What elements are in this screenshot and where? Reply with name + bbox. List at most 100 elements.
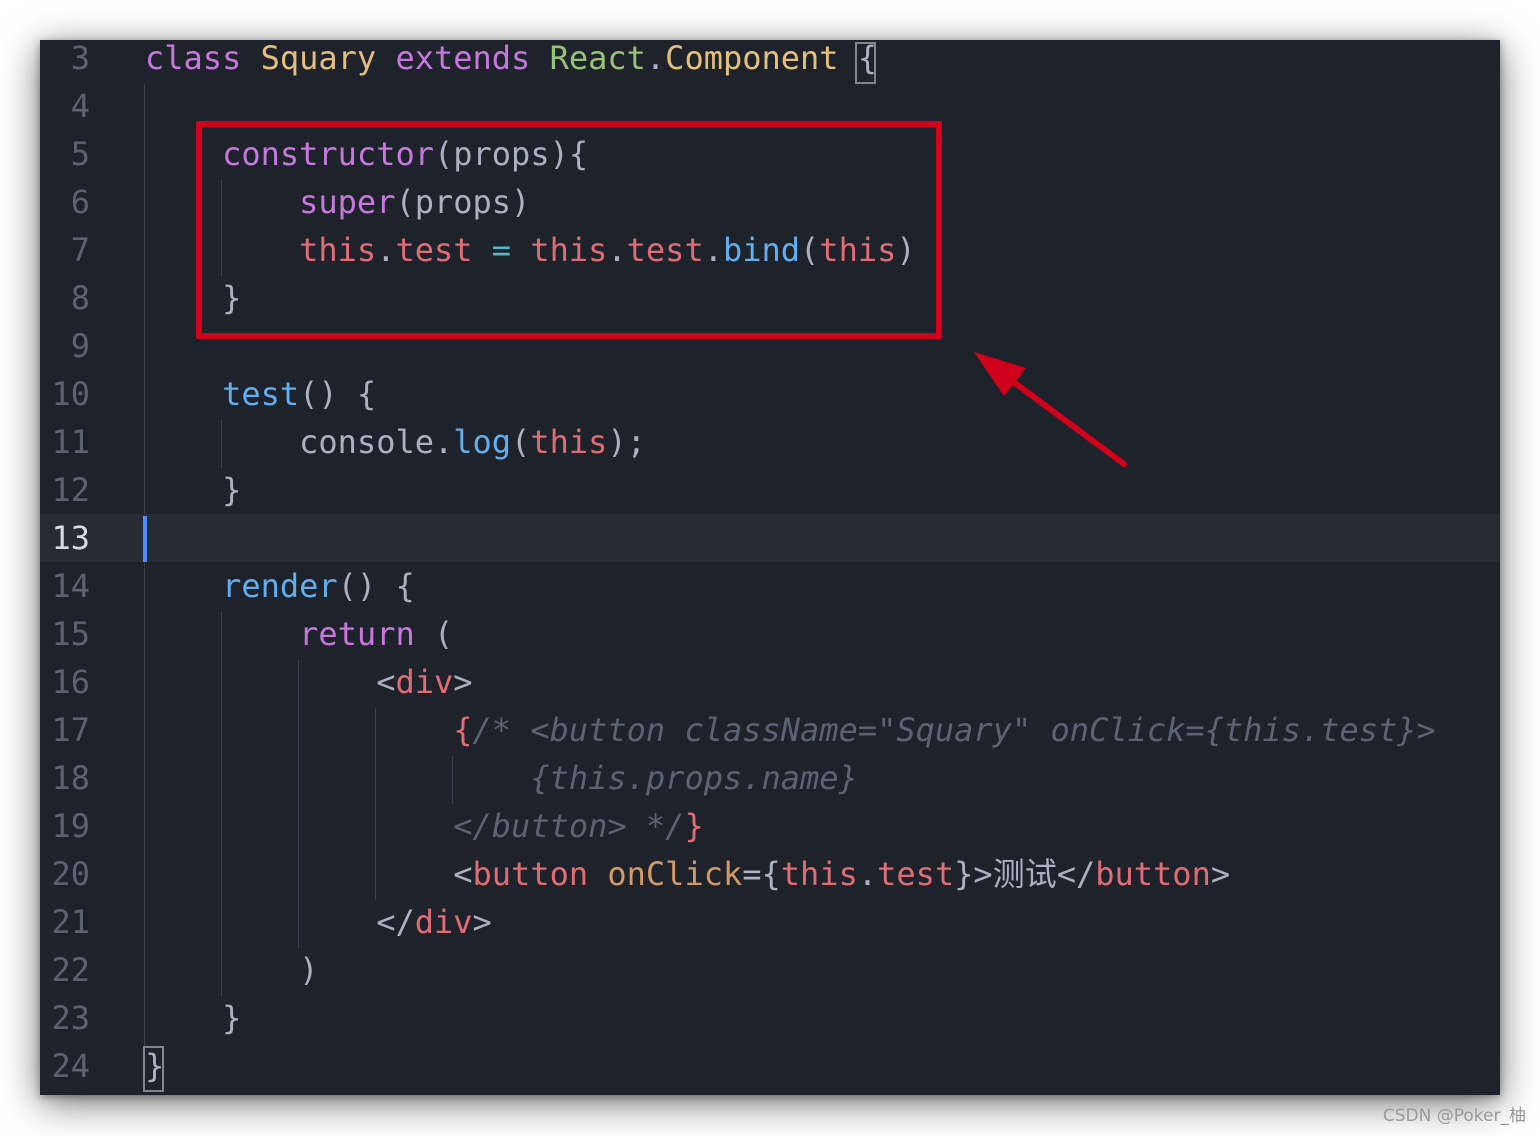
line-number: 11: [51, 423, 90, 461]
code-token: >: [472, 903, 492, 941]
line-number: 5: [70, 135, 90, 173]
line-number: 13: [51, 519, 90, 557]
code-text: </button> */}: [145, 802, 703, 850]
bracket-match-highlight: [143, 1046, 164, 1092]
code-token: }>: [954, 855, 993, 893]
code-text: return (: [145, 610, 453, 658]
code-line[interactable]: 21 </div>: [40, 898, 1500, 946]
code-text: console.log(this);: [145, 418, 646, 466]
line-number: 12: [51, 471, 90, 509]
code-token: (: [511, 423, 531, 461]
watermark: CSDN @Poker_柚: [1382, 1106, 1526, 1126]
code-token: <: [453, 855, 473, 893]
line-number: 24: [51, 1047, 90, 1085]
code-line[interactable]: 15 return (: [40, 610, 1500, 658]
code-line[interactable]: 19 </button> */}: [40, 802, 1500, 850]
line-number: 15: [51, 615, 90, 653]
code-text: <button onClick={this.test}>测试</button>: [145, 850, 1230, 898]
code-token: React: [549, 40, 646, 77]
code-text: test() {: [145, 370, 376, 418]
code-token: button: [1095, 855, 1211, 893]
code-token: this: [530, 423, 608, 461]
code-token: () {: [299, 375, 377, 413]
code-token: () {: [337, 567, 415, 605]
code-text: {/* <button className="Squary" onClick={…: [145, 706, 1436, 754]
code-token: div: [395, 663, 454, 701]
arrow-up-left-icon: [974, 352, 1127, 467]
line-number: 16: [51, 663, 90, 701]
code-token: ={: [742, 855, 781, 893]
line-number: 8: [70, 279, 90, 317]
code-text: </div>: [145, 898, 492, 946]
line-number: 7: [70, 231, 90, 269]
code-token: ): [299, 951, 319, 989]
code-token: }: [222, 999, 242, 1037]
code-token: /* <button className="Squary" onClick={t…: [472, 711, 1436, 749]
line-number: 10: [51, 375, 90, 413]
code-text: class Squary extends React.Component {: [145, 40, 877, 82]
code-token: return: [299, 615, 415, 653]
code-token: class: [145, 40, 242, 77]
code-token: console: [299, 423, 434, 461]
line-number: 18: [51, 759, 90, 797]
line-number: 23: [51, 999, 90, 1037]
line-number: 3: [70, 40, 90, 77]
code-line[interactable]: 18 {this.props.name}: [40, 754, 1500, 802]
code-text: }: [145, 466, 241, 514]
code-line[interactable]: 3 class Squary extends React.Component {: [40, 40, 1500, 82]
code-token: (: [414, 615, 454, 653]
code-token: }: [222, 471, 242, 509]
code-token: </button> */: [453, 807, 685, 845]
code-line[interactable]: 17 {/* <button className="Squary" onClic…: [40, 706, 1500, 754]
code-token: .: [645, 40, 666, 77]
bracket-match-highlight: [855, 42, 876, 84]
code-token: log: [453, 423, 512, 461]
code-token: {this.props.name}: [530, 759, 858, 797]
code-token: test: [222, 375, 300, 413]
code-token: div: [414, 903, 473, 941]
text-cursor: [143, 516, 147, 562]
code-line[interactable]: 14 render() {: [40, 562, 1500, 610]
code-line[interactable]: 20 <button onClick={this.test}>测试</butto…: [40, 850, 1500, 898]
line-number: 6: [70, 183, 90, 221]
code-token: onClick: [607, 855, 743, 893]
code-line[interactable]: 22 ): [40, 946, 1500, 994]
line-number: 17: [51, 711, 90, 749]
code-token: button: [472, 855, 589, 893]
line-number: 9: [70, 327, 90, 365]
code-token: </: [376, 903, 415, 941]
code-line[interactable]: 12 }: [40, 466, 1500, 514]
code-token: >: [453, 663, 473, 701]
annotation-highlight-box: [196, 121, 942, 339]
code-line[interactable]: 16 <div>: [40, 658, 1500, 706]
line-number: 22: [51, 951, 90, 989]
code-token: >: [1210, 855, 1231, 893]
code-line[interactable]: 24}: [40, 1042, 1500, 1090]
code-line[interactable]: 23 }: [40, 994, 1500, 1042]
code-token: .: [857, 855, 878, 893]
code-token: this: [780, 855, 858, 893]
code-text: ): [145, 946, 318, 994]
line-number: 14: [51, 567, 90, 605]
code-line[interactable]: 11 console.log(this);: [40, 418, 1500, 466]
code-token: Squary: [260, 40, 377, 77]
line-number: 19: [51, 807, 90, 845]
code-token: );: [607, 423, 646, 461]
code-token: Component: [665, 40, 839, 77]
code-token: <: [376, 663, 396, 701]
code-line[interactable]: 10 test() {: [40, 370, 1500, 418]
code-line[interactable]: 13: [40, 514, 1500, 562]
line-number: 4: [70, 87, 90, 125]
